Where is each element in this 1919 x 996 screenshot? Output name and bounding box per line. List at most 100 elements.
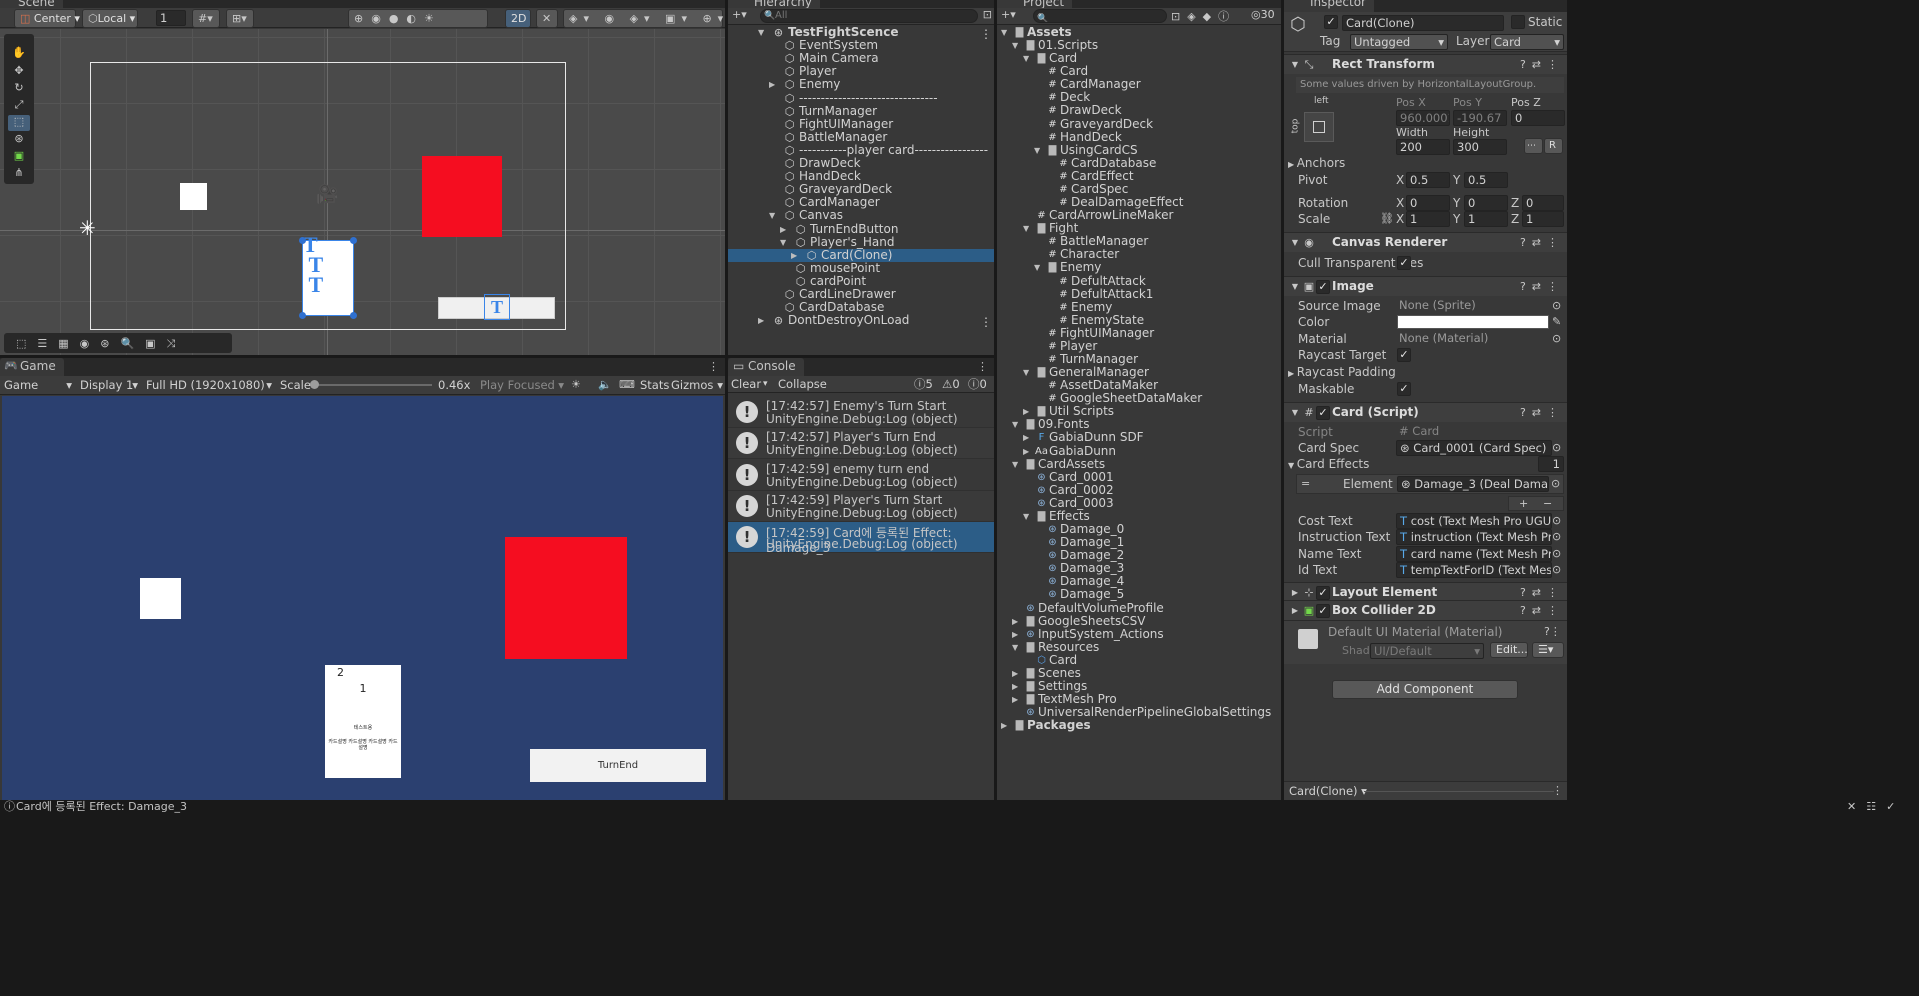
hierarchy-item[interactable]: ⬡ GraveyardDeck	[728, 183, 994, 197]
card-spec-field[interactable]: ⊛ Card_0001 (Card Spec)	[1396, 440, 1552, 456]
box-collider-actions-icons[interactable]: ?⇄⋮	[1519, 604, 1565, 618]
blueprint-mode-button[interactable]: ⋯	[1524, 138, 1543, 154]
canvas-renderer-header[interactable]: ▼ ◉ Canvas Renderer ?⇄⋮	[1284, 232, 1567, 252]
expand-arrow-icon[interactable]: ▼	[1023, 222, 1029, 235]
scene-visibility-icon[interactable]: ⊡	[983, 8, 992, 21]
console-log-entry[interactable]: ! [17:42:57] Enemy's Turn Start UnityEngin…	[728, 397, 994, 428]
collapse-arrow-icon[interactable]: ▶	[769, 78, 775, 91]
clear-options-icon[interactable]: ▾	[763, 376, 768, 392]
project-item[interactable]: ▶ F GabiaDunn SDF	[997, 431, 1281, 444]
lighting-toggle[interactable]: ✕	[536, 9, 558, 28]
hierarchy-item[interactable]: ▶ ⬡ TurnEndButton	[728, 222, 994, 236]
project-item[interactable]: ▼ ▇ 09.Fonts	[997, 418, 1281, 431]
project-item[interactable]: ▼ ▇ 01.Scripts	[997, 39, 1281, 52]
scale-y-field[interactable]: 1	[1464, 211, 1508, 227]
project-item[interactable]: # DefultAttack	[997, 274, 1281, 288]
project-item[interactable]: ▶ ▇ Packages	[997, 719, 1281, 732]
height-field[interactable]: 300	[1453, 139, 1507, 155]
warn-count-toggle[interactable]: ⚠0	[942, 376, 960, 392]
grid-snap-button[interactable]: #▾	[192, 9, 220, 28]
hierarchy-item[interactable]: ▼ ⬡ Canvas	[728, 209, 994, 223]
image-actions-icons[interactable]: ?⇄⋮	[1519, 280, 1565, 294]
remove-element-icon[interactable]: −	[1543, 497, 1552, 510]
project-item[interactable]: # GoogleSheetDataMaker	[997, 392, 1281, 405]
hierarchy-item[interactable]: ⬡ Player	[728, 65, 994, 79]
expand-arrow-icon[interactable]: ▼	[1012, 418, 1018, 431]
hierarchy-item[interactable]: ▼ ⬡ Player's_Hand	[728, 235, 994, 249]
card-effects-count[interactable]: 1	[1538, 456, 1564, 472]
collapse-arrow-icon[interactable]: ▶	[1012, 628, 1018, 641]
card-script-actions-icons[interactable]: ?⇄⋮	[1519, 406, 1565, 420]
instruction-text-field[interactable]: T instruction (Text Mesh Pro UG	[1396, 529, 1552, 545]
project-item[interactable]: # DefultAttack1	[997, 287, 1281, 301]
collapse-arrow-icon[interactable]: ▶	[1023, 445, 1029, 458]
log-count-toggle[interactable]: ⓘ5	[914, 376, 933, 392]
rect-transform-header[interactable]: ▼ ⤡ Rect Transform ?⇄⋮	[1284, 54, 1567, 74]
rect-tool-icon[interactable]: ⬚	[8, 115, 30, 131]
overlay-tools-icons[interactable]: ⬚☰▦◉⊛🔍▣⤨	[16, 334, 186, 354]
raycast-target-checkbox[interactable]: ✓	[1397, 348, 1411, 362]
create-plus-icon[interactable]: +▾	[732, 8, 747, 21]
hierarchy-item[interactable]: ▶ ⊛ DontDestroyOnLoad ⋮	[728, 314, 994, 330]
pos-z-field[interactable]: 0	[1511, 110, 1565, 126]
rotation-z-field[interactable]: 0	[1522, 195, 1564, 211]
scale-tool-icon[interactable]: ⤢	[8, 98, 30, 114]
project-item[interactable]: # TurnManager	[997, 353, 1281, 366]
tab-game[interactable]: 🎮 Game	[0, 358, 64, 376]
canvas-renderer-actions-icons[interactable]: ?⇄⋮	[1519, 236, 1565, 250]
layout-element-checkbox[interactable]: ✓	[1316, 586, 1330, 600]
card-spec-picker-icon[interactable]: ⊙	[1552, 441, 1561, 454]
hierarchy-item[interactable]: ⬡ TurnManager	[728, 104, 994, 118]
card-script-foldout-icon[interactable]: ▼	[1288, 406, 1302, 420]
pivot-mode-dropdown[interactable]: ◫ Center ▾	[14, 9, 80, 28]
project-item[interactable]: # Enemy	[997, 300, 1281, 314]
turn-end-button[interactable]: TurnEnd	[530, 749, 706, 782]
scene-player-sprite[interactable]	[180, 183, 207, 210]
collapse-arrow-icon[interactable]: ▶	[1023, 405, 1029, 418]
project-filter-icons[interactable]: ⊡◈◆ⓘ	[1171, 8, 1236, 24]
element-0-field[interactable]: ⊛ Damage_3 (Deal Damage Eff	[1397, 476, 1549, 492]
material-picker-icon[interactable]: ⊙	[1552, 332, 1561, 345]
project-item[interactable]: # CardDatabase	[997, 156, 1281, 170]
project-item[interactable]: # HandDeck	[997, 130, 1281, 144]
expand-arrow-icon[interactable]: ▼	[1023, 510, 1029, 523]
move-tool-icon[interactable]: ✥	[8, 64, 30, 80]
expand-arrow-icon[interactable]: ▼	[1034, 144, 1040, 157]
collapse-arrow-icon[interactable]: ▶	[758, 314, 764, 327]
project-item[interactable]: ⊛ Damage_4	[997, 575, 1281, 588]
project-item[interactable]: ▶ Aa GabiaDunn	[997, 444, 1281, 458]
hierarchy-item[interactable]: ⬡ EventSystem	[728, 39, 994, 53]
console-log-entry[interactable]: ! [17:42:59] Card에 등록된 Effect: Damage_3 Un…	[728, 522, 994, 555]
cull-transparent-checkbox[interactable]: ✓	[1397, 256, 1411, 270]
project-item[interactable]: ▶ ▇ GoogleSheetsCSV	[997, 614, 1281, 628]
project-item[interactable]: ▼ ▇ Assets	[997, 26, 1281, 39]
expand-arrow-icon[interactable]: ▼	[758, 26, 764, 39]
project-item[interactable]: ⊛ DefaultVolumeProfile	[997, 601, 1281, 615]
hierarchy-item[interactable]: ⬡ HandDeck	[728, 170, 994, 184]
hierarchy-item[interactable]: ⬡ mousePoint	[728, 261, 994, 275]
pivot-x-field[interactable]: 0.5	[1406, 172, 1450, 188]
constrain-proportions-icon[interactable]: ⛓	[1380, 212, 1394, 225]
expand-arrow-icon[interactable]: ▼	[1012, 458, 1018, 471]
error-count-toggle[interactable]: ⓘ0	[968, 376, 987, 392]
project-item[interactable]: ▶ ▇ Settings	[997, 680, 1281, 693]
hierarchy-item[interactable]: ⬡ CardLineDrawer	[728, 288, 994, 302]
scene-enemy-sprite[interactable]	[422, 156, 502, 237]
layer-dropdown[interactable]: Card ▾	[1490, 34, 1564, 50]
source-image-field[interactable]: None (Sprite)	[1396, 298, 1552, 314]
project-item[interactable]: ⊛ Card_0003	[997, 496, 1281, 510]
gizmo-tools-group[interactable]: ◈▾ ◉ ◈▾ ▣▾ ⊕▾	[563, 9, 723, 28]
project-item[interactable]: # FightUIManager	[997, 326, 1281, 340]
name-text-picker-icon[interactable]: ⊙	[1552, 547, 1561, 560]
shader-options-button[interactable]: ☰▾	[1532, 642, 1564, 658]
expand-arrow-icon[interactable]: ▼	[1001, 26, 1007, 39]
expand-arrow-icon[interactable]: ▼	[1034, 261, 1040, 274]
box-collider-checkbox[interactable]: ✓	[1316, 604, 1330, 618]
gizmos-dropdown[interactable]: Gizmos ▾	[671, 376, 723, 394]
footer-menu-icon[interactable]: ⋮	[1552, 784, 1563, 797]
card-script-enabled-checkbox[interactable]: ✓	[1316, 406, 1330, 420]
project-item[interactable]: # DealDamageEffect	[997, 196, 1281, 209]
expand-arrow-icon[interactable]: ▼	[1012, 641, 1018, 654]
project-item[interactable]: ▼ ▇ CardAssets	[997, 457, 1281, 471]
tab-console[interactable]: ▭ Console	[728, 358, 804, 376]
